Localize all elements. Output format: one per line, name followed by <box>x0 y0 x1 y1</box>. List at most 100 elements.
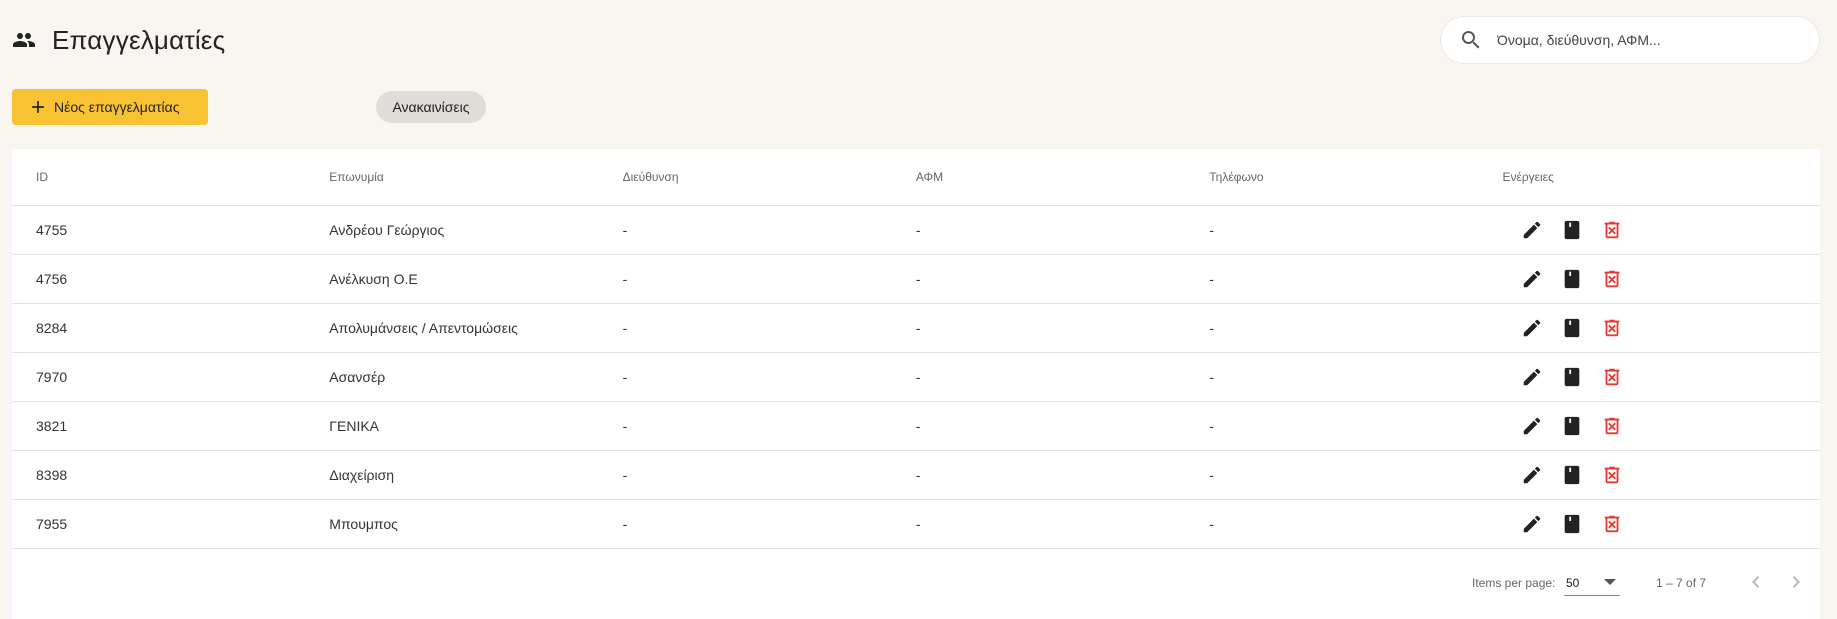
cell-actions <box>1478 254 1820 304</box>
professionals-table-card: ID Επωνυμία Διεύθυνση ΑΦΜ Τηλέφωνο Ενέργ… <box>12 149 1820 619</box>
edit-button[interactable] <box>1512 210 1552 250</box>
row-actions <box>1502 210 1820 250</box>
edit-button[interactable] <box>1512 259 1552 299</box>
table-row[interactable]: 7955 Μπουμπος - - - <box>12 499 1820 549</box>
edit-icon <box>1521 464 1543 486</box>
cell-actions <box>1478 401 1820 451</box>
edit-button[interactable] <box>1512 308 1552 348</box>
cell-name: Ανέλκυση Ο.Ε <box>305 254 599 304</box>
delete-button[interactable] <box>1592 357 1632 397</box>
book-icon <box>1561 317 1583 339</box>
cell-phone: - <box>1185 303 1479 353</box>
cell-id: 3821 <box>12 401 306 451</box>
professionals-table: ID Επωνυμία Διεύθυνση ΑΦΜ Τηλέφωνο Ενέργ… <box>12 149 1820 549</box>
delete-button[interactable] <box>1592 406 1632 446</box>
table-row[interactable]: 4755 Ανδρέου Γεώργιος - - - <box>12 205 1820 255</box>
chevron-right-icon <box>1792 576 1800 588</box>
edit-button[interactable] <box>1512 504 1552 544</box>
people-icon <box>12 28 36 52</box>
book-button[interactable] <box>1552 357 1592 397</box>
cell-actions <box>1478 499 1820 549</box>
table-row[interactable]: 3821 ΓΕΝΙΚΑ - - - <box>12 401 1820 451</box>
cell-phone: - <box>1185 401 1479 451</box>
table-row[interactable]: 4756 Ανέλκυση Ο.Ε - - - <box>12 254 1820 304</box>
row-actions <box>1502 308 1820 348</box>
delete-button[interactable] <box>1592 259 1632 299</box>
cell-phone: - <box>1185 254 1479 304</box>
edit-button[interactable] <box>1512 357 1552 397</box>
cell-address: - <box>598 401 892 451</box>
page-range-label: 1 – 7 of 7 <box>1656 576 1707 590</box>
book-icon <box>1561 513 1583 535</box>
cell-address: - <box>598 450 892 500</box>
table-row[interactable]: 8398 Διαχείριση - - - <box>12 450 1820 500</box>
column-header-phone[interactable]: Τηλέφωνο <box>1185 149 1479 206</box>
edit-button[interactable] <box>1512 455 1552 495</box>
row-actions <box>1502 259 1820 299</box>
book-icon <box>1561 464 1583 486</box>
book-button[interactable] <box>1552 406 1592 446</box>
delete-icon <box>1601 317 1623 339</box>
cell-id: 4755 <box>12 205 306 255</box>
delete-icon <box>1601 415 1623 437</box>
book-button[interactable] <box>1552 455 1592 495</box>
cell-id: 4756 <box>12 254 306 304</box>
search-input[interactable] <box>1497 32 1797 48</box>
previous-page-button[interactable] <box>1740 566 1772 598</box>
edit-icon <box>1521 268 1543 290</box>
cell-actions <box>1478 303 1820 353</box>
new-professional-label: Νέος επαγγελματίας <box>54 99 180 115</box>
renovations-chip[interactable]: Ανακαινίσεις <box>376 91 486 123</box>
items-per-page-label: Items per page: <box>1472 576 1556 590</box>
cell-address: - <box>598 352 892 402</box>
edit-icon <box>1521 317 1543 339</box>
cell-afm: - <box>891 450 1186 500</box>
delete-icon <box>1601 268 1623 290</box>
next-page-button[interactable] <box>1780 566 1812 598</box>
cell-id: 7970 <box>12 352 306 402</box>
column-header-name[interactable]: Επωνυμία <box>305 149 599 206</box>
book-icon <box>1561 366 1583 388</box>
search-box[interactable] <box>1440 16 1820 64</box>
page-title-wrap: Επαγγελματίες <box>12 24 225 56</box>
edit-icon <box>1521 366 1543 388</box>
column-header-actions: Ενέργειες <box>1478 149 1820 206</box>
book-button[interactable] <box>1552 259 1592 299</box>
search-icon <box>1459 28 1483 52</box>
book-button[interactable] <box>1552 504 1592 544</box>
cell-phone: - <box>1185 352 1479 402</box>
delete-button[interactable] <box>1592 504 1632 544</box>
cell-id: 7955 <box>12 499 306 549</box>
table-header-row: ID Επωνυμία Διεύθυνση ΑΦΜ Τηλέφωνο Ενέργ… <box>12 149 1820 206</box>
plus-icon <box>28 97 48 117</box>
edit-button[interactable] <box>1512 406 1552 446</box>
table-row[interactable]: 8284 Απολυμάνσεις / Απεντομώσεις - - - <box>12 303 1820 353</box>
delete-button[interactable] <box>1592 210 1632 250</box>
table-row[interactable]: 7970 Ασανσέρ - - - <box>12 352 1820 402</box>
page-title: Επαγγελματίες <box>52 24 226 55</box>
cell-actions <box>1478 205 1820 255</box>
column-header-address[interactable]: Διεύθυνση <box>598 149 892 206</box>
items-per-page-select[interactable]: 50 <box>1564 570 1620 596</box>
cell-name: Διαχείριση <box>305 450 599 500</box>
delete-button[interactable] <box>1592 455 1632 495</box>
delete-icon <box>1601 513 1623 535</box>
cell-id: 8284 <box>12 303 306 353</box>
new-professional-button[interactable]: Νέος επαγγελματίας <box>12 89 208 125</box>
row-actions <box>1502 455 1820 495</box>
book-button[interactable] <box>1552 210 1592 250</box>
table-body: 4755 Ανδρέου Γεώργιος - - -4756 Ανέλκυση Ο.Ε -… <box>12 205 1820 549</box>
column-header-afm[interactable]: ΑΦΜ <box>891 149 1186 206</box>
book-button[interactable] <box>1552 308 1592 348</box>
cell-afm: - <box>891 401 1186 451</box>
cell-phone: - <box>1185 450 1479 500</box>
cell-address: - <box>598 254 892 304</box>
column-header-id[interactable]: ID <box>12 149 306 206</box>
dropdown-arrow-icon <box>1604 579 1616 585</box>
delete-button[interactable] <box>1592 308 1632 348</box>
row-actions <box>1502 406 1820 446</box>
cell-actions <box>1478 352 1820 402</box>
cell-name: Απολυμάνσεις / Απεντομώσεις <box>305 303 599 353</box>
cell-afm: - <box>891 499 1186 549</box>
cell-address: - <box>598 499 892 549</box>
